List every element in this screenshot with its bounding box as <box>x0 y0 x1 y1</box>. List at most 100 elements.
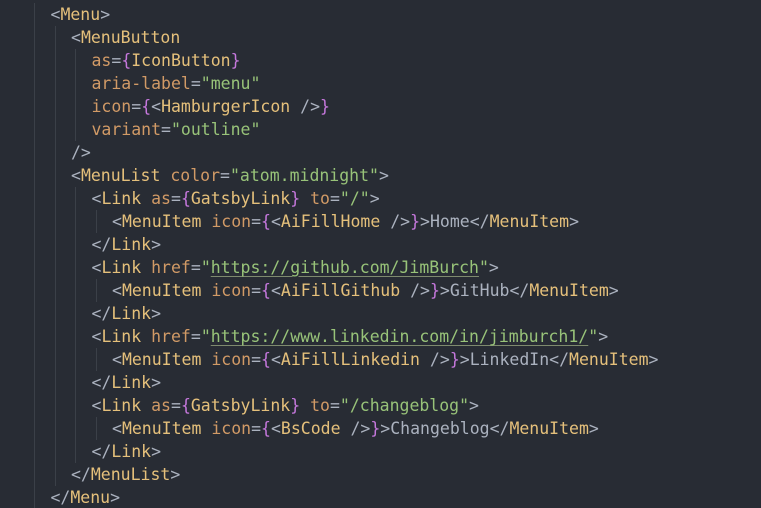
component-name: IconButton <box>131 51 231 70</box>
indent-guide <box>95 348 97 371</box>
jsx-text: Changeblog <box>390 419 490 438</box>
code-line[interactable]: <MenuItem icon={<AiFillHome />}>Home</Me… <box>112 210 579 233</box>
jsx-text: GitHub <box>449 281 510 300</box>
code-line[interactable]: </MenuList> <box>71 463 180 486</box>
string-literal: "/" <box>339 189 370 208</box>
code-line[interactable]: as={IconButton} <box>92 49 241 72</box>
component-name: Link <box>111 304 152 323</box>
punctuation: < <box>91 189 102 208</box>
code-line[interactable]: <Link as={GatsbyLink} to="/"> <box>92 187 380 210</box>
punctuation: </ <box>91 442 112 461</box>
component-name: MenuItem <box>529 281 609 300</box>
punctuation: > <box>100 5 111 24</box>
punctuation: = <box>329 396 340 415</box>
punctuation: /> <box>420 350 450 369</box>
punctuation: /> <box>400 281 430 300</box>
punctuation: = <box>190 74 201 93</box>
punctuation: > <box>459 350 470 369</box>
punctuation: > <box>151 373 162 392</box>
punctuation: /> <box>290 97 321 116</box>
code-line[interactable]: icon={<HamburgerIcon />} <box>92 95 330 118</box>
code-line[interactable]: <MenuItem icon={<AiFillGithub />}>GitHub… <box>112 279 619 302</box>
code-line[interactable]: <Link href="https://github.com/JimBurch"… <box>92 256 499 279</box>
code-line[interactable]: <MenuItem icon={<BsCode />}>Changeblog</… <box>112 417 599 440</box>
code-line[interactable]: <Link as={GatsbyLink} to="/changeblog"> <box>92 394 479 417</box>
punctuation: = <box>251 419 262 438</box>
code-line[interactable]: variant="outline" <box>92 118 261 141</box>
punctuation: < <box>270 212 281 231</box>
component-name: Link <box>101 396 142 415</box>
attribute-name: icon <box>211 419 252 438</box>
indent-guide <box>95 210 97 233</box>
punctuation: > <box>170 465 181 484</box>
attribute-name: as <box>151 396 171 415</box>
code-line[interactable]: </Link> <box>92 371 162 394</box>
punctuation: = <box>251 281 262 300</box>
code-line[interactable]: aria-label="menu" <box>92 72 261 95</box>
punctuation: /> <box>340 419 371 438</box>
component-name: Menu <box>70 488 111 507</box>
punctuation: < <box>91 396 102 415</box>
component-name: AiFillLinkedin <box>280 350 420 369</box>
punctuation: < <box>71 166 81 185</box>
attribute-name: href <box>151 327 191 346</box>
string-literal: " <box>200 258 211 277</box>
punctuation <box>141 396 151 415</box>
punctuation: = <box>190 327 201 346</box>
component-name: BsCode <box>280 419 341 438</box>
indent-guide <box>54 26 56 486</box>
punctuation: < <box>91 327 102 346</box>
string-literal: " <box>588 327 599 346</box>
code-line[interactable]: /> <box>71 141 91 164</box>
punctuation: > <box>151 442 162 461</box>
jsx-brace: } <box>230 51 241 70</box>
punctuation: > <box>608 281 619 300</box>
jsx-brace: } <box>410 212 421 231</box>
punctuation: < <box>91 258 102 277</box>
punctuation: > <box>569 212 579 231</box>
jsx-brace: } <box>370 419 381 438</box>
punctuation: </ <box>509 281 530 300</box>
punctuation: </ <box>91 235 112 254</box>
code-line[interactable]: <MenuItem icon={<AiFillLinkedin />}>Link… <box>112 348 658 371</box>
punctuation: </ <box>91 373 112 392</box>
code-line[interactable]: <Link href="https://www.linkedin.com/in/… <box>92 325 609 348</box>
punctuation: = <box>220 166 230 185</box>
punctuation: = <box>190 258 201 277</box>
url-link[interactable]: https://www.linkedin.com/in/jimburch1/ <box>211 327 589 346</box>
code-line[interactable]: </Menu> <box>51 486 121 508</box>
url-link[interactable]: https://github.com/JimBurch <box>211 258 479 277</box>
component-name: HamburgerIcon <box>161 97 291 116</box>
code-line[interactable]: </Link> <box>92 440 162 463</box>
punctuation: > <box>380 419 391 438</box>
code-line[interactable]: </Link> <box>92 302 162 325</box>
component-name: MenuItem <box>121 419 202 438</box>
component-name: Link <box>101 189 142 208</box>
jsx-text: Home <box>429 212 470 231</box>
attribute-name: variant <box>91 120 162 139</box>
punctuation: > <box>648 350 659 369</box>
jsx-brace: { <box>261 419 271 438</box>
component-name: MenuItem <box>121 350 202 369</box>
component-name: MenuItem <box>569 350 649 369</box>
punctuation: > <box>598 327 609 346</box>
code-line[interactable]: </Link> <box>92 233 162 256</box>
component-name: AiFillGithub <box>280 281 401 300</box>
attribute-name: aria-label <box>91 74 191 93</box>
string-literal: "menu" <box>200 74 261 93</box>
code-line[interactable]: <MenuList color="atom.midnight"> <box>71 164 389 187</box>
punctuation: = <box>131 97 142 116</box>
component-name: MenuItem <box>121 212 202 231</box>
punctuation: > <box>369 189 380 208</box>
code-editor[interactable]: <Menu> <MenuButton as={IconButton} aria-lab… <box>0 0 761 508</box>
punctuation: = <box>251 350 262 369</box>
punctuation: > <box>420 212 430 231</box>
code-line[interactable]: <MenuButton <box>71 26 180 49</box>
code-line[interactable]: <Menu> <box>51 3 111 26</box>
string-literal: "atom.midnight" <box>229 166 379 185</box>
string-literal: "outline" <box>170 120 261 139</box>
punctuation: /> <box>71 143 91 162</box>
punctuation: < <box>270 350 281 369</box>
punctuation: </ <box>469 212 490 231</box>
attribute-name: as <box>91 51 112 70</box>
